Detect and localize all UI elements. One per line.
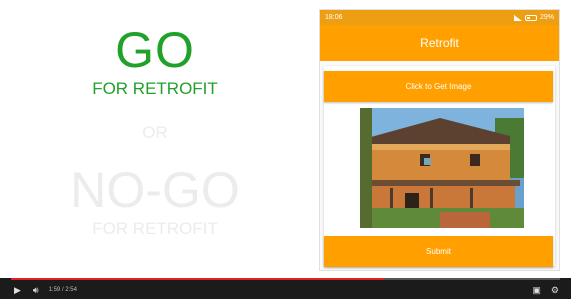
nogo-heading: NO-GO [70, 162, 240, 218]
video-player-bar: ▶ 🔊︎ 1:59 / 2:54 ▣ ⚙ [0, 278, 571, 299]
go-subheading: FOR RETROFIT [92, 79, 218, 98]
app-bar: Retrofit [320, 25, 559, 61]
status-bar: 18:06 29% [320, 10, 559, 25]
go-heading: GO [115, 22, 195, 78]
house-photo [360, 108, 524, 228]
status-icons: 29% [513, 14, 554, 21]
submit-button[interactable]: Submit [324, 236, 553, 267]
app-title: Retrofit [420, 36, 459, 50]
battery-icon [524, 14, 537, 21]
volume-icon[interactable]: 🔊︎ [33, 285, 39, 296]
get-image-button[interactable]: Click to Get Image [324, 71, 553, 102]
nogo-subheading: FOR RETROFIT [92, 219, 218, 238]
battery-percent: 29% [539, 14, 554, 21]
settings-gear-icon[interactable]: ⚙ [551, 285, 559, 296]
or-label: OR [142, 123, 168, 142]
progress-fill [11, 278, 384, 280]
slide-text-panel: GO FOR RETROFIT OR NO-GO FOR RETROFIT [0, 0, 310, 270]
status-time: 18:06 [325, 14, 343, 21]
captions-icon[interactable]: ▣ [532, 285, 541, 296]
player-controls: ▶ 🔊︎ 1:59 / 2:54 ▣ ⚙ [0, 282, 571, 298]
house-illustration [360, 108, 524, 228]
phone-screen: 18:06 29% Retrofit Click to Get Image Su… [319, 9, 560, 271]
play-icon[interactable]: ▶ [14, 285, 21, 296]
time-display: 1:59 / 2:54 [48, 287, 77, 293]
signal-icon [513, 14, 522, 21]
